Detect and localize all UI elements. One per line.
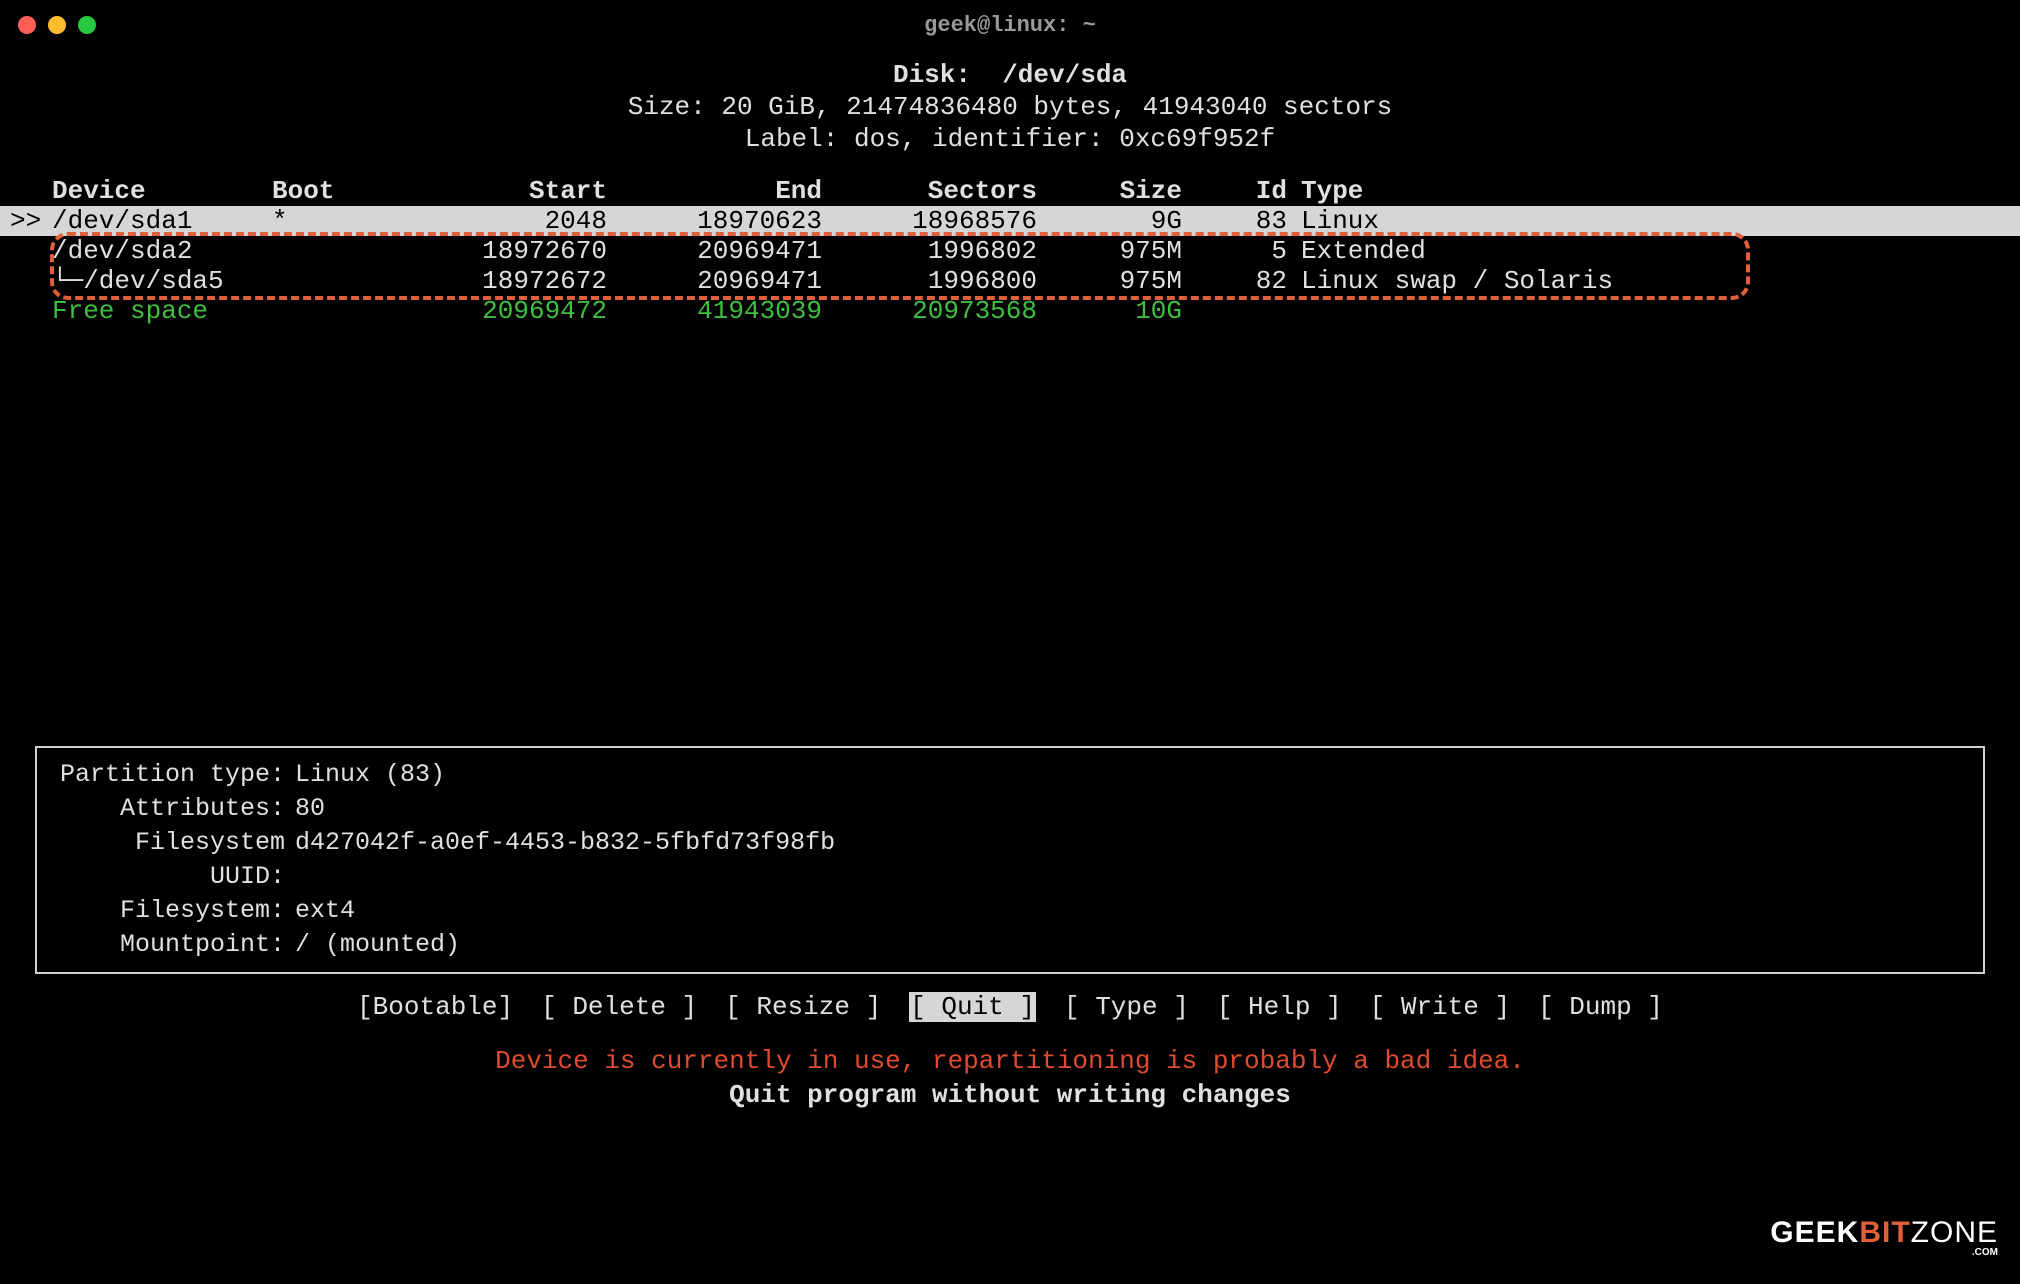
cell-boot [272,296,392,326]
cell-device: Free space [52,296,272,326]
cell-type [1287,296,2010,326]
window-traffic-lights [18,16,96,34]
cell-sectors: 1996800 [822,266,1037,296]
cell-boot [272,236,392,266]
col-device: Device [52,176,272,206]
cell-start: 2048 [392,206,607,236]
menu-bootable[interactable]: [Bootable] [357,992,513,1022]
cell-size: 975M [1037,236,1182,266]
cell-cursor [10,236,52,266]
menu-dump[interactable]: [ Dump ] [1538,992,1663,1022]
cell-size: 975M [1037,266,1182,296]
col-boot: Boot [272,176,392,206]
info-mountpoint-label: Mountpoint: [47,928,295,962]
info-fsuuid-label: Filesystem UUID: [47,826,295,894]
close-icon[interactable] [18,16,36,34]
info-partition-type: Linux (83) [295,758,445,792]
cell-device: /dev/sda1 [52,206,272,236]
menu-delete[interactable]: [ Delete ] [541,992,697,1022]
watermark-logo: GEEKBITZONE .COM [1770,1218,1998,1258]
cell-sectors: 20973568 [822,296,1037,326]
disk-header: Disk: /dev/sda [0,60,2020,90]
disk-label-line: Label: dos, identifier: 0xc69f952f [0,124,2020,154]
cell-cursor [10,266,52,296]
action-menu: [Bootable] [ Delete ] [ Resize ] [ Quit ] [ … [0,992,2020,1022]
menu-resize[interactable]: [ Resize ] [725,992,881,1022]
cell-type: Linux [1287,206,2010,236]
cell-id: 82 [1182,266,1287,296]
cell-id: 5 [1182,236,1287,266]
cell-type: Extended [1287,236,2010,266]
col-type: Type [1287,176,2010,206]
cell-end: 20969471 [607,266,822,296]
info-filesystem-label: Filesystem: [47,894,295,928]
warning-message: Device is currently in use, repartitioni… [0,1046,2020,1076]
disk-path: /dev/sda [1002,60,1127,90]
cell-end: 41943039 [607,296,822,326]
cell-id: 83 [1182,206,1287,236]
cell-type: Linux swap / Solaris [1287,266,2010,296]
minimize-icon[interactable] [48,16,66,34]
disk-size-line: Size: 20 GiB, 21474836480 bytes, 4194304… [0,92,2020,122]
cell-cursor: >> [10,206,52,236]
col-sectors: Sectors [822,176,1037,206]
info-attributes-label: Attributes: [47,792,295,826]
cell-size: 9G [1037,206,1182,236]
table-row[interactable]: └─/dev/sda5 18972672209694711996800975M82… [0,266,2020,296]
cell-start: 20969472 [392,296,607,326]
cell-start: 18972670 [392,236,607,266]
cell-sectors: 18968576 [822,206,1037,236]
cell-id [1182,296,1287,326]
cell-device: /dev/sda2 [52,236,272,266]
menu-type[interactable]: [ Type ] [1064,992,1189,1022]
cell-boot [272,266,392,296]
menu-quit[interactable]: [ Quit ] [909,992,1036,1022]
cell-sectors: 1996802 [822,236,1037,266]
col-id: Id [1182,176,1287,206]
table-row[interactable]: Free space 20969472419430392097356810G [0,296,2020,326]
hint-message: Quit program without writing changes [0,1080,2020,1110]
menu-write[interactable]: [ Write ] [1370,992,1510,1022]
window-titlebar: geek@linux: ~ [0,0,2020,50]
table-row[interactable]: /dev/sda2 18972670209694711996802975M5Ext… [0,236,2020,266]
info-attributes: 80 [295,792,325,826]
cell-size: 10G [1037,296,1182,326]
cell-start: 18972672 [392,266,607,296]
menu-help[interactable]: [ Help ] [1217,992,1342,1022]
info-partition-type-label: Partition type: [47,758,295,792]
cell-cursor [10,296,52,326]
table-header: Device Boot Start End Sectors Size Id Ty… [0,176,2020,206]
col-start: Start [392,176,607,206]
info-fsuuid: d427042f-a0ef-4453-b832-5fbfd73f98fb [295,826,835,894]
disk-label: Disk: [893,60,971,90]
cell-end: 18970623 [607,206,822,236]
cell-boot: * [272,206,392,236]
cell-device: └─/dev/sda5 [52,266,272,296]
col-size: Size [1037,176,1182,206]
info-filesystem: ext4 [295,894,355,928]
partition-table: Device Boot Start End Sectors Size Id Ty… [0,176,2020,326]
cell-end: 20969471 [607,236,822,266]
window-title: geek@linux: ~ [924,13,1096,38]
table-row[interactable]: >>/dev/sda1*204818970623189685769G83Linu… [0,206,2020,236]
maximize-icon[interactable] [78,16,96,34]
info-mountpoint: / (mounted) [295,928,460,962]
col-end: End [607,176,822,206]
partition-info-box: Partition type:Linux (83) Attributes:80 … [35,746,1985,974]
